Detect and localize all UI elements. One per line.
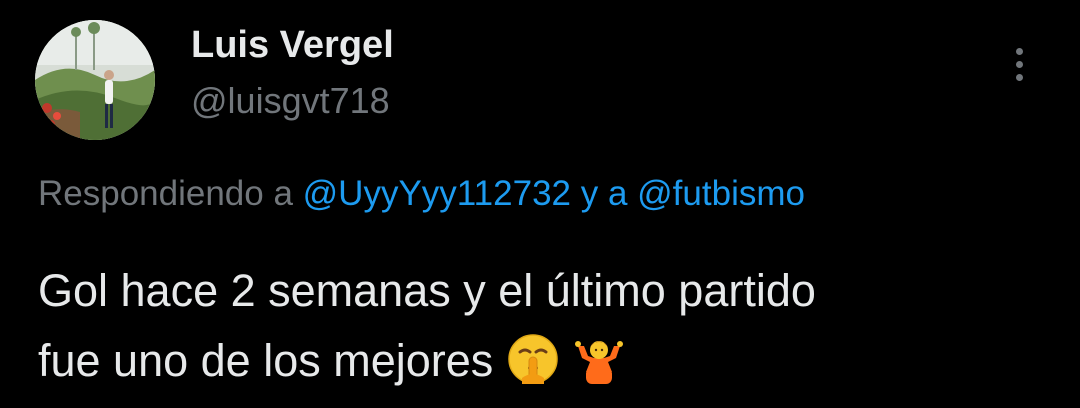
tweet-text-line: fue uno de los mejores [38, 335, 494, 386]
author-handle[interactable]: @luisgvt718 [191, 80, 390, 122]
replying-to-line: Respondiendo a @UyyYyy112732 y a @futbis… [38, 174, 805, 214]
more-vertical-icon [1016, 48, 1023, 55]
tweet-card: Luis Vergel @luisgvt718 Respondiendo a @… [0, 0, 1080, 408]
replying-to-label: Respondiendo a [38, 174, 303, 213]
replying-to-joiner: y a [571, 174, 638, 213]
tweet-text: Gol hace 2 semanas y el último partido f… [38, 256, 1038, 396]
tweet-text-line: Gol hace 2 semanas y el último partido [38, 265, 816, 316]
tweet-text-line-with-emojis: fue uno de los mejores [38, 326, 1038, 396]
avatar[interactable] [35, 20, 155, 140]
shushing-face-emoji-icon [508, 334, 558, 385]
more-options-button[interactable] [1000, 40, 1040, 90]
mention-link[interactable]: @futbismo [637, 174, 805, 213]
profile-photo-icon [35, 20, 155, 140]
author-display-name[interactable]: Luis Vergel [191, 24, 394, 67]
mention-link[interactable]: @UyyYyy112732 [303, 174, 571, 213]
person-shrugging-emoji-icon [575, 341, 624, 385]
